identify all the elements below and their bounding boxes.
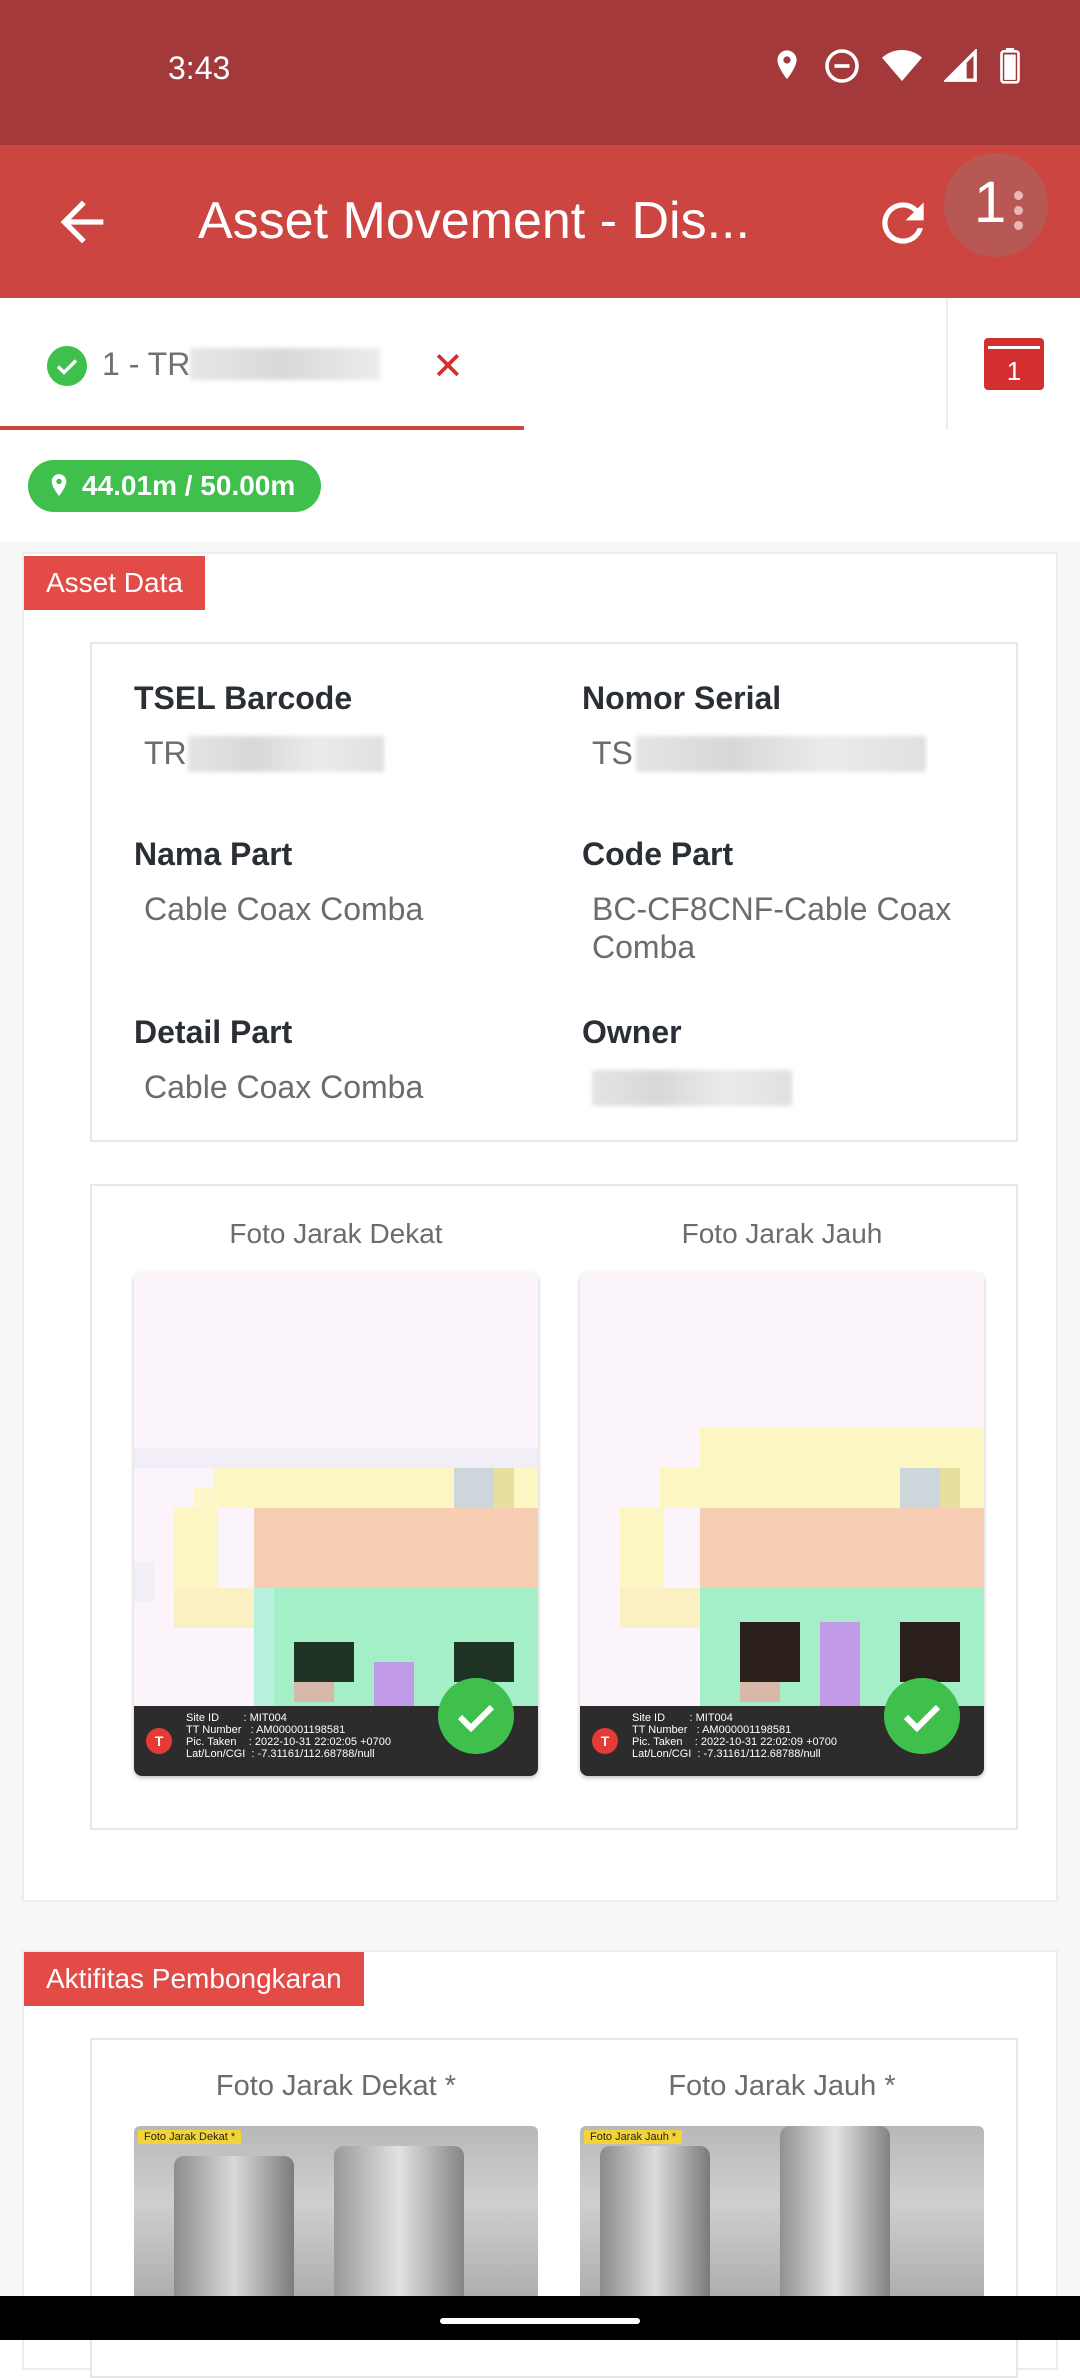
photo-metadata-text: Site ID : MIT004 TT Number : AM000001198… <box>186 1712 391 1760</box>
page-title: Asset Movement - Dis... <box>198 192 750 250</box>
photo-tag: Foto Jarak Dekat * <box>138 2130 242 2144</box>
owner-redacted <box>592 1070 792 1106</box>
photo-far[interactable]: T Site ID : MIT004 TT Number : AM0000011… <box>580 1272 984 1776</box>
wifi-icon <box>882 50 922 81</box>
detail-part-label: Detail Part <box>134 1014 293 1050</box>
signal-icon <box>944 49 977 82</box>
code-part-label: Code Part <box>582 836 734 872</box>
asset-details-box: TSEL Barcode TR Nomor Serial TS Nama Par… <box>90 642 1018 1142</box>
tsel-barcode-redacted <box>188 736 384 772</box>
back-arrow-icon[interactable] <box>50 190 114 254</box>
photo-tag: Foto Jarak Jauh * <box>584 2130 683 2144</box>
status-bar: 3:43 <box>0 0 1080 145</box>
activity-photo-near[interactable]: Foto Jarak Dekat * <box>134 2126 538 2316</box>
detail-part-value: Cable Coax Comba <box>144 1069 424 1105</box>
photo-near[interactable]: T Site ID : MIT004 TT Number : AM0000011… <box>134 1272 538 1776</box>
status-time: 3:43 <box>168 50 231 86</box>
calendar-day: 1 <box>1007 356 1021 386</box>
activity-caption-near: Foto Jarak Dekat * <box>215 2070 457 2102</box>
home-gesture-handle[interactable] <box>440 2318 640 2324</box>
photo-caption-near: Foto Jarak Dekat <box>229 1218 443 1249</box>
owner-label: Owner <box>582 1014 682 1050</box>
refresh-icon[interactable] <box>872 192 934 254</box>
distance-badge: 44.01m / 50.00m <box>28 460 322 512</box>
more-vert-icon <box>1014 191 1023 236</box>
tsel-barcode-value: TR <box>144 735 187 771</box>
telkomsel-logo: T <box>146 1728 172 1754</box>
telkomsel-logo: T <box>592 1728 618 1754</box>
location-pin-icon <box>51 474 67 497</box>
asset-photos-box: Foto Jarak Dekat T Site ID : MIT004 TT N… <box>90 1184 1018 1830</box>
nama-part-value: Cable Coax Comba <box>144 891 424 927</box>
item-tab-bar: 1 - TR ✕ 1 <box>0 298 1080 430</box>
tsel-barcode-label: TSEL Barcode <box>134 680 353 716</box>
check-icon <box>438 1678 514 1754</box>
tab-label-redacted <box>190 348 380 380</box>
code-part-value: BC-CF8CNF-Cable Coax Comba <box>592 891 952 965</box>
asset-data-card: Asset Data TSEL Barcode TR Nomor Serial … <box>22 552 1058 1902</box>
menu-badge-count: 1 <box>974 170 1007 235</box>
nama-part-label: Nama Part <box>134 836 293 872</box>
location-icon <box>777 50 797 80</box>
dnd-icon <box>825 49 859 83</box>
nomor-serial-value: TS <box>592 735 633 771</box>
asset-data-label: Asset Data <box>24 556 205 610</box>
overflow-menu-button[interactable]: 1 <box>944 153 1048 257</box>
status-icons <box>772 48 1020 84</box>
tab-item-1[interactable]: 1 - TR ✕ <box>0 298 524 430</box>
check-icon <box>884 1678 960 1754</box>
battery-icon <box>1000 48 1020 84</box>
close-tab-icon[interactable]: ✕ <box>432 344 464 389</box>
activity-label: Aktifitas Pembongkaran <box>24 1952 364 2006</box>
calendar-icon[interactable]: 1 <box>984 338 1044 390</box>
divider <box>946 298 948 430</box>
photo-metadata-text: Site ID : MIT004 TT Number : AM000001198… <box>632 1712 837 1760</box>
nomor-serial-label: Nomor Serial <box>582 680 782 716</box>
nomor-serial-redacted <box>636 736 926 772</box>
activity-caption-far: Foto Jarak Jauh * <box>668 2070 896 2102</box>
distance-text: 44.01m / 50.00m <box>82 470 296 501</box>
tab-label: 1 - TR <box>102 346 191 382</box>
check-circle-icon <box>47 346 87 386</box>
app-bar: Asset Movement - Dis... 1 <box>0 145 1080 298</box>
activity-photo-far[interactable]: Foto Jarak Jauh * <box>580 2126 984 2316</box>
system-nav-bar <box>0 2296 1080 2340</box>
photo-caption-far: Foto Jarak Jauh <box>681 1218 883 1249</box>
